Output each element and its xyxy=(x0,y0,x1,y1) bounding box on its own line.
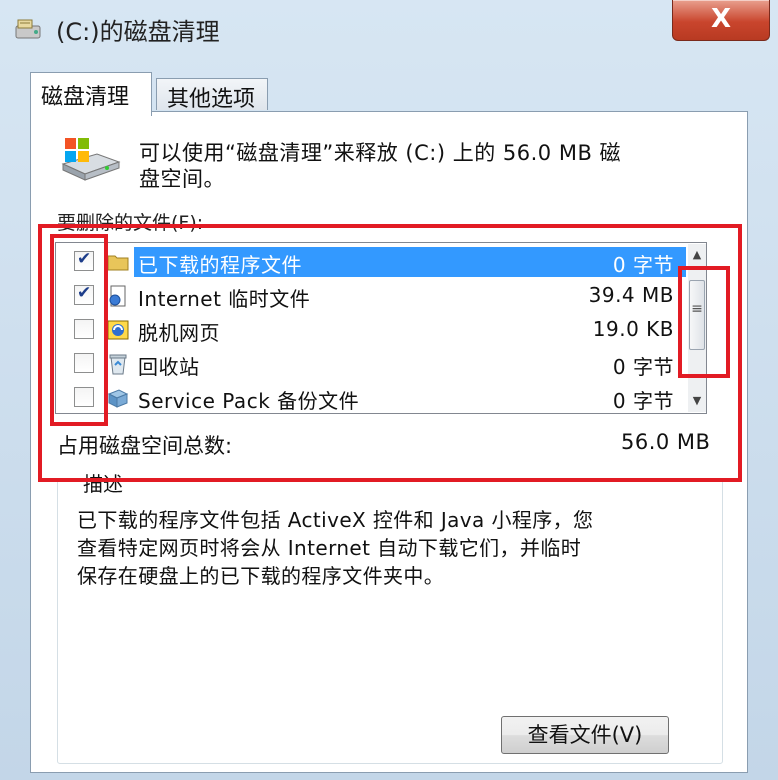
backup-file-icon xyxy=(107,389,129,408)
tab-panel: 可以使用“磁盘清理”来释放 (C:) 上的 56.0 MB 磁 盘空间。 要删除… xyxy=(30,111,748,773)
checkbox-service-pack-backup[interactable] xyxy=(74,387,94,407)
grip-icon: ≡ xyxy=(691,301,703,317)
file-size: 0 字节 xyxy=(612,253,674,277)
files-list[interactable]: 已下载的程序文件 0 字节 Internet 临时文件 39.4 MB 脱机网页… xyxy=(55,242,707,414)
checkbox-offline-pages[interactable] xyxy=(74,319,94,339)
files-to-delete-label: 要删除的文件(F): xyxy=(57,212,204,234)
disk-cleanup-window: (C:)的磁盘清理 X 磁盘清理 其他选项 可以使用“磁盘清理”来释放 (C:)… xyxy=(0,0,778,780)
description-line-2: 查看特定网页时将会从 Internet 自动下载它们，并临时 xyxy=(77,536,582,560)
file-name: 已下载的程序文件 xyxy=(138,253,302,277)
file-name: Service Pack 备份文件 xyxy=(138,389,360,413)
disk-cleanup-icon xyxy=(15,19,41,39)
file-name: Internet 临时文件 xyxy=(138,287,311,311)
tab-more-options[interactable]: 其他选项 xyxy=(156,78,268,112)
list-item-downloaded-program-files[interactable]: 已下载的程序文件 0 字节 xyxy=(56,245,686,279)
description-line-1: 已下载的程序文件包括 ActiveX 控件和 Java 小程序，您 xyxy=(77,508,594,532)
drive-cleanup-icon xyxy=(61,138,121,181)
view-files-button[interactable]: 查看文件(V) xyxy=(501,716,669,754)
scrollbar-thumb[interactable]: ≡ xyxy=(689,280,705,350)
file-size: 0 字节 xyxy=(612,355,674,379)
title-bar[interactable]: (C:)的磁盘清理 X xyxy=(0,0,778,58)
file-size: 39.4 MB xyxy=(588,283,674,307)
internet-file-icon xyxy=(109,285,126,307)
file-name: 回收站 xyxy=(138,355,200,379)
file-size: 19.0 KB xyxy=(592,317,674,341)
scroll-up-icon[interactable]: ▲ xyxy=(688,244,706,266)
scroll-down-icon[interactable]: ▼ xyxy=(688,390,706,412)
close-icon: X xyxy=(710,4,732,34)
folder-icon xyxy=(107,255,129,271)
list-item-internet-temp-files[interactable]: Internet 临时文件 39.4 MB xyxy=(56,279,686,313)
checkbox-internet-temp-files[interactable] xyxy=(74,283,94,305)
total-space-value: 56.0 MB xyxy=(621,430,711,454)
intro-line-2: 盘空间。 xyxy=(139,167,225,191)
intro-line-1: 可以使用“磁盘清理”来释放 (C:) 上的 56.0 MB 磁 xyxy=(139,141,622,165)
list-item-offline-pages[interactable]: 脱机网页 19.0 KB xyxy=(56,313,686,347)
file-name: 脱机网页 xyxy=(138,321,220,345)
offline-page-icon xyxy=(107,320,129,340)
description-heading: 描述 xyxy=(79,468,127,497)
total-space-label: 占用磁盘空间总数: xyxy=(57,434,233,458)
list-item-recycle-bin[interactable]: 回收站 0 字节 xyxy=(56,347,686,381)
checkbox-downloaded-program-files[interactable] xyxy=(74,249,94,271)
close-button[interactable]: X xyxy=(672,0,770,41)
intro-message: 可以使用“磁盘清理”来释放 (C:) 上的 56.0 MB 磁 盘空间。 xyxy=(139,140,729,192)
file-size: 0 字节 xyxy=(612,389,674,413)
recycle-bin-icon xyxy=(109,354,127,375)
tab-disk-cleanup[interactable]: 磁盘清理 xyxy=(30,72,152,116)
files-list-scrollbar[interactable]: ▲ ≡ ▼ xyxy=(688,244,706,412)
checkbox-recycle-bin[interactable] xyxy=(74,353,94,373)
description-text: 已下载的程序文件包括 ActiveX 控件和 Java 小程序，您 查看特定网页… xyxy=(77,506,707,590)
description-line-3: 保存在硬盘上的已下载的程序文件夹中。 xyxy=(77,564,445,588)
list-item-service-pack-backup[interactable]: Service Pack 备份文件 0 字节 xyxy=(56,381,686,415)
window-title: (C:)的磁盘清理 xyxy=(56,18,220,46)
